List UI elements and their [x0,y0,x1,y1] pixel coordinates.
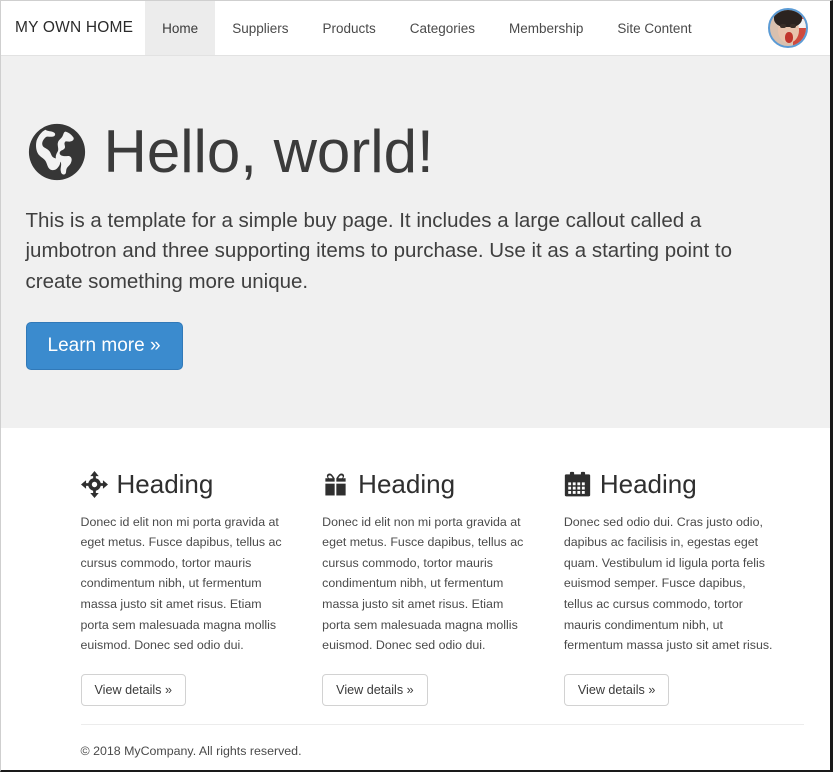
feature-heading-1: Heading [80,469,291,499]
page-title-text: Hello, world! [103,118,434,185]
feature-heading-text-2: Heading [358,469,456,499]
page-title: Hello, world! [26,119,806,185]
top-navigation-bar: MY OWN HOME Home Suppliers Products Cate… [1,1,830,56]
view-details-button-1[interactable]: View details » [80,673,186,707]
avatar-mouth [785,32,793,43]
page-footer: © 2018 MyCompany. All rights reserved. [80,706,806,759]
avatar [768,8,808,48]
calendar-icon [564,471,591,498]
feature-column-3: Heading Donec sed odio dui. Cras justo o… [563,470,806,707]
nav-item-products[interactable]: Products [305,1,392,55]
feature-heading-text-1: Heading [116,469,214,499]
feature-column-1: Heading Donec id elit non mi porta gravi… [80,469,323,707]
feature-heading-text-3: Heading [599,469,697,499]
feature-columns: Heading Donec id elit non mi porta gravi… [80,428,806,707]
user-avatar-button[interactable] [768,8,808,48]
feature-column-2: Heading Donec id elit non mi porta gravi… [322,470,564,707]
avatar-eye-left [780,24,786,28]
footer-copyright: © 2018 MyCompany. All rights reserved. [80,744,302,759]
learn-more-button[interactable]: Learn more » [25,321,183,370]
nav-item-categories[interactable]: Categories [393,1,492,55]
avatar-eye-right [790,24,796,28]
feature-text-1: Donec id elit non mi porta gravida at eg… [80,514,282,653]
jumbotron-container: Hello, world! This is a template for a s… [25,119,806,370]
jumbotron-lead-text: This is a template for a simple buy page… [25,209,733,293]
nav-item-suppliers[interactable]: Suppliers [215,1,305,55]
nav-item-home[interactable]: Home [145,1,216,55]
browser-page: MY OWN HOME Home Suppliers Products Cate… [0,0,833,772]
feature-text-2: Donec id elit non mi porta gravida at eg… [322,514,524,653]
globe-icon [26,121,88,183]
gift-icon [322,471,349,498]
nav-item-list: Home Suppliers Products Categories Membe… [145,1,708,55]
footer-divider [80,724,804,726]
nav-item-membership[interactable]: Membership [492,1,600,55]
view-details-button-2[interactable]: View details » [322,673,428,707]
avatar-hair [774,10,802,27]
site-brand-link[interactable]: MY OWN HOME [15,1,145,55]
nav-item-site-content[interactable]: Site Content [600,1,708,55]
view-details-button-3[interactable]: View details » [563,673,670,707]
feature-heading-3: Heading [564,470,774,499]
feature-text-3: Donec sed odio dui. Cras justo odio, dap… [563,514,773,653]
crosshairs-icon [80,470,108,498]
main-content-container: Heading Donec id elit non mi porta gravi… [26,428,806,758]
feature-heading-2: Heading [322,470,532,499]
jumbotron-hero: Hello, world! This is a template for a s… [1,56,830,428]
